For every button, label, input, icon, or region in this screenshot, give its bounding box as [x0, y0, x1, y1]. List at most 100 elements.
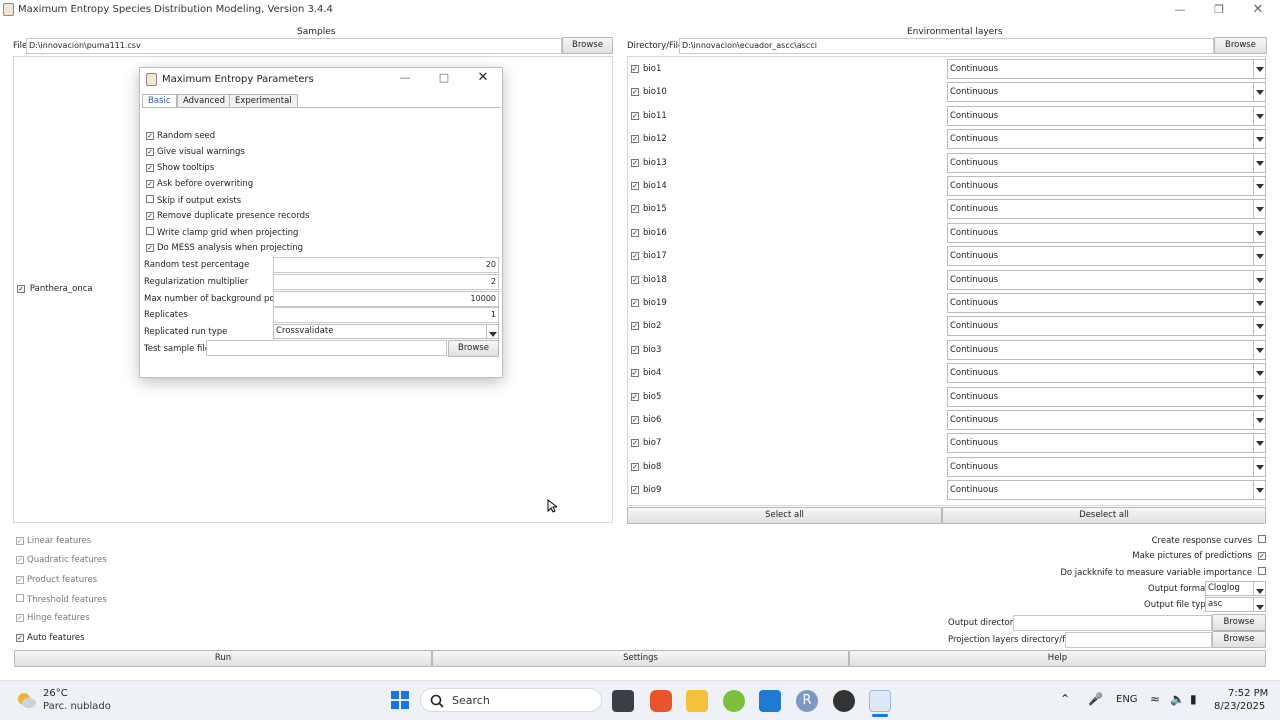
env-layer-type-select[interactable]: Continuous	[947, 82, 1266, 103]
env-layer-type-select[interactable]: Continuous	[947, 316, 1266, 337]
env-layer-checkbox[interactable]: ✓	[631, 252, 639, 261]
test-file-field[interactable]	[206, 340, 447, 356]
env-layer-type-select[interactable]: Continuous	[947, 176, 1266, 196]
file-explorer-icon[interactable]	[686, 690, 708, 712]
feature-checkbox[interactable]: ✓	[16, 537, 24, 545]
dialog-option[interactable]: Write clamp grid when projecting	[146, 227, 298, 238]
taskbar-search[interactable]: Search	[420, 688, 602, 712]
feature-option[interactable]: ✓ Hinge features	[16, 613, 90, 623]
feature-option[interactable]: ✓ Linear features	[16, 536, 91, 546]
response-curves-option[interactable]: Create response curves	[1152, 535, 1266, 546]
env-layer-type-select[interactable]: Continuous	[947, 105, 1266, 126]
env-layer-type-select[interactable]: Continuous	[947, 199, 1266, 220]
tab-experimental[interactable]: Experimental	[229, 94, 298, 108]
maximize-button[interactable]: ❐	[1209, 2, 1229, 18]
battery-icon[interactable]: ▮	[1190, 692, 1197, 706]
brave-browser-icon[interactable]	[650, 690, 672, 712]
dialog-minimize-button[interactable]: —	[395, 70, 415, 86]
projection-field[interactable]	[1065, 632, 1212, 648]
settings-button[interactable]: Settings	[432, 650, 849, 667]
chevron-up-icon[interactable]: ⌃	[1060, 692, 1070, 706]
run-type-select[interactable]: Crossvalidate	[273, 324, 499, 339]
vscode-icon[interactable]	[759, 690, 781, 712]
pictures-checkbox[interactable]: ✓	[1258, 552, 1266, 560]
tab-basic[interactable]: Basic	[142, 94, 177, 108]
dialog-close-button[interactable]: ✕	[473, 70, 493, 86]
jackknife-checkbox[interactable]	[1258, 567, 1266, 575]
dialog-option-checkbox[interactable]: ✓	[146, 164, 154, 172]
dialog-option[interactable]: Skip if output exists	[146, 195, 241, 206]
select-all-button[interactable]: Select all	[627, 507, 942, 524]
env-layer-checkbox[interactable]: ✓	[631, 345, 639, 354]
env-layer-type-select[interactable]: Continuous	[947, 152, 1266, 173]
random-test-field[interactable]: 20	[273, 257, 499, 273]
env-layer-type-select[interactable]: Continuous	[947, 433, 1266, 454]
dialog-option[interactable]: ✓ Remove duplicate presence records	[146, 211, 309, 221]
dialog-option[interactable]: ✓ Ask before overwriting	[146, 179, 253, 189]
minimize-button[interactable]: —	[1170, 2, 1190, 18]
dialog-option-checkbox[interactable]: ✓	[146, 148, 154, 156]
feature-option[interactable]: Threshold features	[16, 593, 107, 605]
dialog-maximize-button[interactable]: □	[434, 70, 454, 86]
projection-browse-button[interactable]: Browse	[1212, 631, 1266, 648]
feature-checkbox[interactable]: ✓	[16, 633, 24, 642]
env-layer-checkbox[interactable]: ✓	[631, 299, 639, 307]
obs-icon[interactable]	[833, 690, 855, 712]
reg-mult-field[interactable]: 2	[273, 274, 499, 290]
env-layer-checkbox[interactable]: ✓	[631, 158, 639, 167]
env-layer-type-select[interactable]: Continuous	[947, 269, 1266, 290]
output-directory-field[interactable]	[1013, 615, 1212, 631]
env-layer-checkbox[interactable]: ✓	[631, 182, 639, 190]
feature-option[interactable]: ✓ Quadratic features	[16, 555, 107, 565]
env-layer-checkbox[interactable]: ✓	[631, 135, 639, 144]
env-layer-type-select[interactable]: Continuous	[947, 410, 1266, 430]
env-layer-checkbox[interactable]: ✓	[631, 462, 639, 471]
env-layer-checkbox[interactable]: ✓	[631, 486, 639, 495]
volume-icon[interactable]: 🔈	[1170, 692, 1185, 706]
env-layer-type-select[interactable]: Continuous	[947, 480, 1266, 501]
dialog-option[interactable]: ✓ Do MESS analysis when projecting	[146, 243, 303, 253]
env-browse-button[interactable]: Browse	[1214, 37, 1267, 54]
dialog-option-checkbox[interactable]	[146, 195, 154, 203]
weather-icon[interactable]	[15, 690, 37, 710]
r-icon[interactable]: R	[796, 690, 818, 712]
env-layer-type-select[interactable]: Continuous	[947, 293, 1266, 313]
output-file-type-select[interactable]: asc	[1205, 597, 1266, 612]
java-taskbar-icon[interactable]	[869, 690, 891, 712]
windows-start-icon[interactable]	[390, 690, 410, 710]
species-checkbox[interactable]: ✓	[17, 285, 25, 293]
close-button[interactable]: ✕	[1248, 2, 1268, 18]
dialog-option[interactable]: ✓ Random seed	[146, 131, 215, 141]
env-layer-checkbox[interactable]: ✓	[631, 369, 639, 378]
task-view-icon[interactable]	[612, 690, 634, 712]
wifi-icon[interactable]: ≈	[1150, 692, 1160, 706]
feature-checkbox[interactable]: ✓	[16, 614, 24, 623]
max-bg-field[interactable]: 10000	[273, 291, 499, 307]
env-layer-type-select[interactable]: Continuous	[947, 363, 1266, 384]
env-layer-type-select[interactable]: Continuous	[947, 59, 1266, 79]
pictures-option[interactable]: Make pictures of predictions ✓	[1132, 551, 1266, 561]
env-layer-checkbox[interactable]: ✓	[631, 275, 639, 284]
dialog-option-checkbox[interactable]	[146, 227, 154, 235]
env-layer-type-select[interactable]: Continuous	[947, 222, 1266, 243]
clock-time[interactable]: 7:52 PM	[1228, 688, 1268, 699]
env-layer-type-select[interactable]: Continuous	[947, 386, 1266, 407]
env-layer-checkbox[interactable]: ✓	[631, 392, 639, 401]
qgis-icon[interactable]	[723, 690, 745, 712]
env-layer-checkbox[interactable]: ✓	[631, 205, 639, 214]
env-layer-checkbox[interactable]: ✓	[631, 439, 639, 448]
output-format-select[interactable]: Cloglog	[1205, 581, 1266, 596]
test-file-browse-button[interactable]: Browse	[448, 340, 499, 357]
env-layer-checkbox[interactable]: ✓	[631, 88, 639, 97]
replicates-field[interactable]: 1	[273, 307, 499, 323]
deselect-all-button[interactable]: Deselect all	[942, 507, 1266, 524]
clock-date[interactable]: 8/23/2025	[1214, 701, 1265, 712]
env-layer-checkbox[interactable]: ✓	[631, 111, 639, 120]
env-layer-type-select[interactable]: Continuous	[947, 456, 1266, 477]
response-curves-checkbox[interactable]	[1258, 535, 1266, 543]
tab-advanced[interactable]: Advanced	[177, 94, 231, 108]
help-button[interactable]: Help	[849, 650, 1266, 667]
env-layer-type-select[interactable]: Continuous	[947, 339, 1266, 360]
feature-checkbox[interactable]: ✓	[16, 575, 24, 584]
species-item[interactable]: ✓ Panthera_onca	[17, 284, 93, 294]
